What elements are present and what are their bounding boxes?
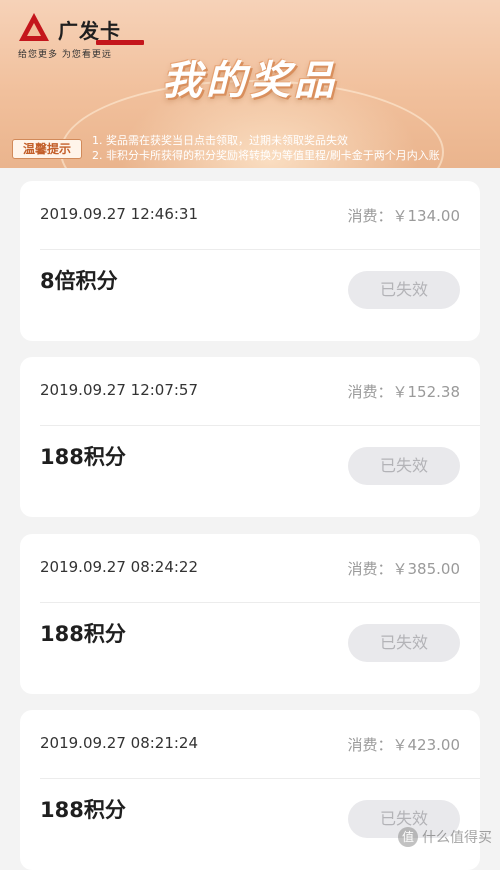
prize-card: 2019.09.27 12:46:31 消费：￥134.00 8倍积分 已失效	[20, 181, 480, 341]
page-title: 我的奖品	[162, 58, 338, 104]
header-banner: 广发卡 给您更多 为您看更远 我的奖品 温馨提示 1. 奖品需在获奖当日点击领取…	[0, 0, 500, 168]
site-watermark: 值什么值得买	[398, 827, 492, 847]
prize-datetime: 2019.09.27 08:24:22	[40, 558, 199, 576]
expired-status-button[interactable]: 已失效	[348, 447, 460, 485]
tips-bar: 温馨提示 1. 奖品需在获奖当日点击领取，过期未领取奖品失效 2. 非积分卡所获…	[0, 132, 500, 164]
prize-card: 2019.09.27 08:24:22 消费：￥385.00 188积分 已失效	[20, 534, 480, 694]
prize-datetime: 2019.09.27 12:46:31	[40, 205, 199, 223]
prize-name: 188积分	[40, 445, 126, 469]
card-divider	[40, 778, 480, 779]
tips-line-2: 2. 非积分卡所获得的积分奖励将转换为等值里程/刷卡金于两个月内入账	[92, 149, 440, 162]
card-divider	[40, 425, 480, 426]
prize-datetime: 2019.09.27 12:07:57	[40, 381, 199, 399]
prize-spend-amount: 消费：￥152.38	[347, 383, 461, 401]
expired-status-button[interactable]: 已失效	[348, 624, 460, 662]
watermark-text: 什么值得买	[422, 830, 492, 846]
expired-status-button[interactable]: 已失效	[348, 271, 460, 309]
prize-card: 2019.09.27 12:07:57 消费：￥152.38 188积分 已失效	[20, 357, 480, 517]
card-divider	[40, 602, 480, 603]
prize-spend-amount: 消费：￥385.00	[347, 560, 461, 578]
prize-datetime: 2019.09.27 08:21:24	[40, 734, 199, 752]
prize-spend-amount: 消费：￥134.00	[347, 207, 461, 225]
prize-spend-amount: 消费：￥423.00	[347, 736, 461, 754]
watermark-badge-icon: 值	[398, 827, 418, 847]
tips-badge: 温馨提示	[12, 139, 82, 159]
tips-line-1: 1. 奖品需在获奖当日点击领取，过期未领取奖品失效	[92, 134, 348, 147]
prize-name: 8倍积分	[40, 269, 118, 293]
brand-logo-icon	[19, 13, 49, 41]
card-divider	[40, 249, 480, 250]
tips-text: 1. 奖品需在获奖当日点击领取，过期未领取奖品失效 2. 非积分卡所获得的积分奖…	[92, 133, 492, 163]
brand-bar	[96, 40, 144, 45]
prize-name: 188积分	[40, 798, 126, 822]
prize-name: 188积分	[40, 622, 126, 646]
